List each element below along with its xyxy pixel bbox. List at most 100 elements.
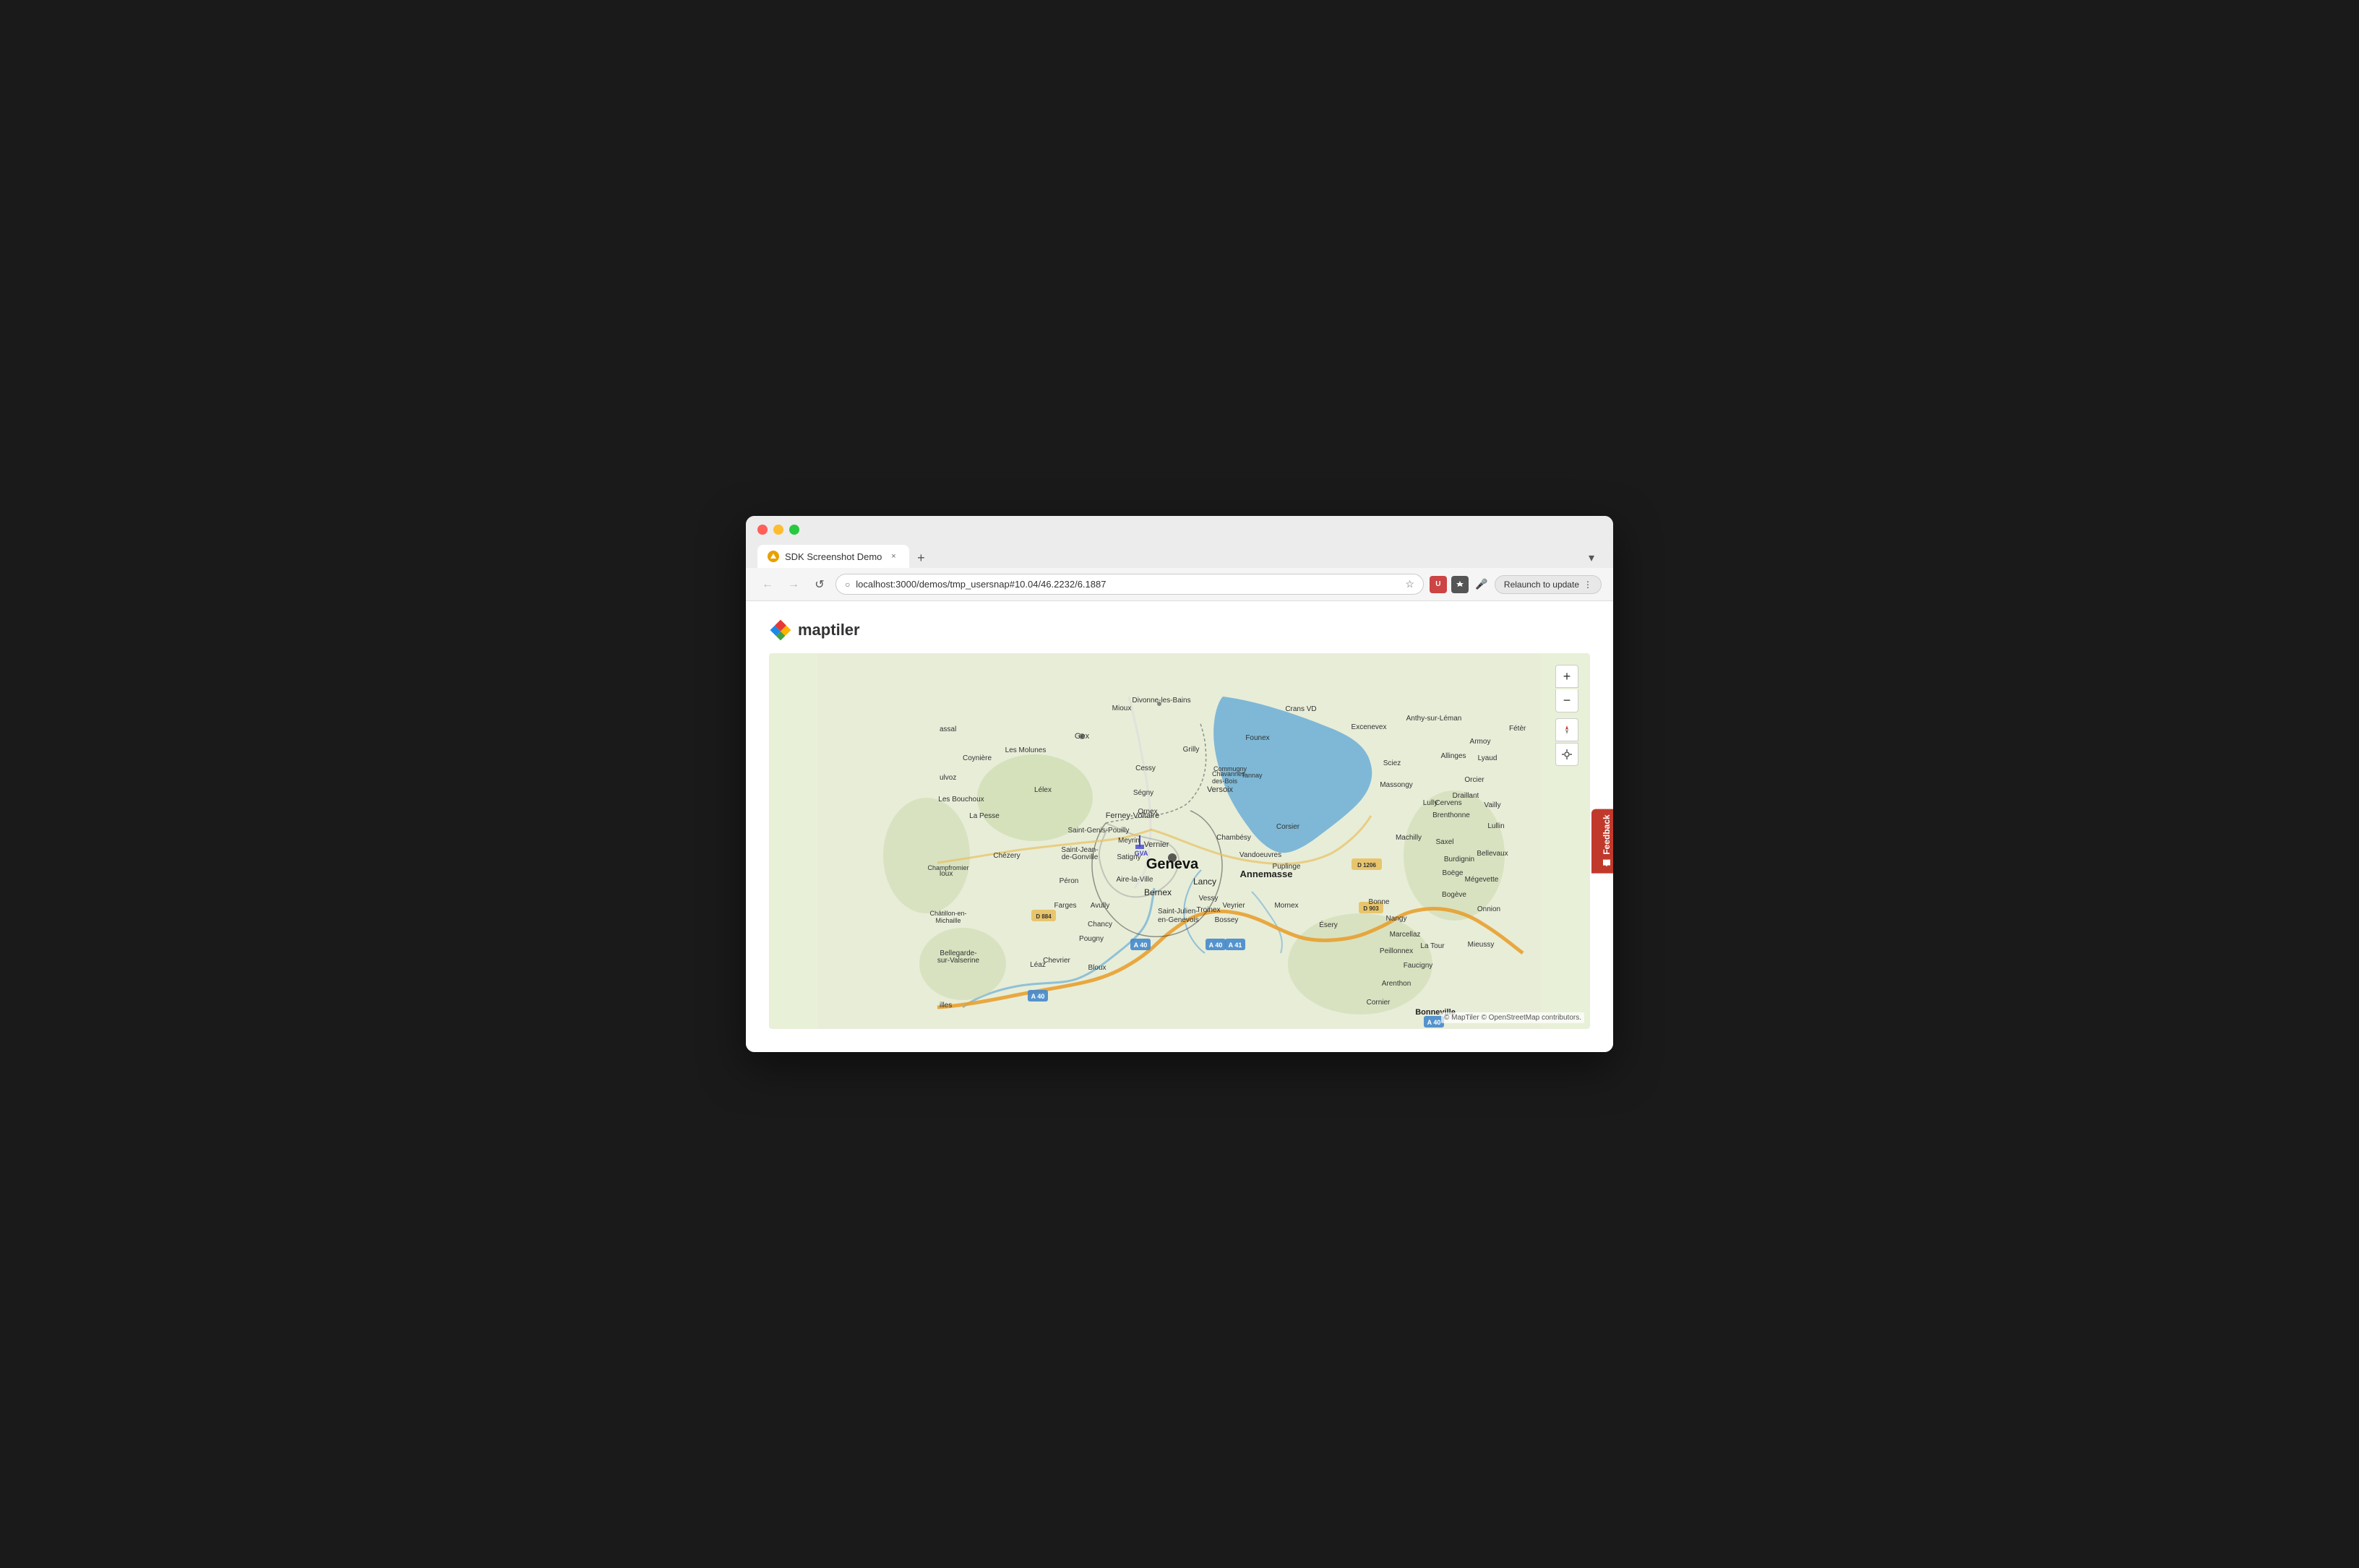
svg-text:Founex: Founex	[1245, 734, 1269, 742]
close-button[interactable]	[757, 525, 768, 535]
svg-text:Onnion: Onnion	[1477, 905, 1500, 913]
svg-text:Nangy: Nangy	[1386, 915, 1407, 923]
tab-favicon	[768, 551, 779, 562]
map-svg: A 40 A 40 A 40 A 40 A 41 D 884 D 1206	[769, 653, 1590, 1029]
svg-text:D 1206: D 1206	[1357, 862, 1376, 869]
svg-text:Vailly: Vailly	[1484, 801, 1500, 809]
svg-text:Ségny: Ségny	[1133, 789, 1153, 797]
compass-button[interactable]	[1555, 718, 1578, 741]
back-button[interactable]: ←	[757, 574, 778, 595]
svg-text:Farges: Farges	[1054, 902, 1076, 910]
svg-text:Aire-la-Ville: Aire-la-Ville	[1117, 876, 1153, 884]
svg-text:Puplinge: Puplinge	[1273, 863, 1301, 871]
bookmark-icon[interactable]: ☆	[1405, 578, 1414, 590]
svg-text:Excenevex: Excenevex	[1352, 723, 1387, 731]
svg-text:Chambésy: Chambésy	[1216, 834, 1251, 842]
svg-text:Lancy: Lancy	[1193, 876, 1216, 887]
logo-diamond-icon	[769, 619, 792, 642]
feedback-button[interactable]: Feedback	[1591, 809, 1613, 873]
svg-text:Anthy-sur-Léman: Anthy-sur-Léman	[1406, 715, 1462, 723]
svg-text:assal: assal	[940, 725, 956, 733]
address-bar[interactable]: ○ localhost:3000/demos/tmp_usersnap#10.0…	[835, 574, 1424, 595]
zoom-out-button[interactable]: −	[1555, 689, 1578, 712]
active-tab[interactable]: SDK Screenshot Demo ×	[757, 545, 909, 568]
svg-text:loux: loux	[940, 870, 953, 878]
zoom-in-button[interactable]: +	[1555, 665, 1578, 688]
svg-text:Saxel: Saxel	[1435, 838, 1453, 846]
extension-icon-1[interactable]: U	[1430, 576, 1447, 593]
svg-text:Péron: Péron	[1060, 877, 1079, 885]
svg-text:Sciez: Sciez	[1383, 759, 1401, 767]
location-button[interactable]	[1555, 743, 1578, 766]
svg-text:Châtillon-en-: Châtillon-en-	[929, 910, 966, 917]
svg-text:Vandoeuvres: Vandoeuvres	[1239, 851, 1281, 859]
forward-button[interactable]: →	[783, 574, 804, 595]
svg-text:Les Bouchoux: Les Bouchoux	[938, 796, 984, 804]
svg-text:de-Gonville: de-Gonville	[1062, 853, 1099, 861]
traffic-lights	[757, 525, 799, 535]
svg-text:Avully: Avully	[1091, 902, 1110, 910]
relaunch-button[interactable]: Relaunch to update ⋮	[1495, 575, 1602, 594]
maximize-button[interactable]	[789, 525, 799, 535]
svg-text:A 40: A 40	[1031, 993, 1045, 1000]
svg-text:Armoy: Armoy	[1470, 738, 1491, 746]
extension-icon-2[interactable]	[1451, 576, 1469, 593]
reload-button[interactable]: ↺	[809, 574, 830, 595]
logo-text-bold: tiler	[830, 621, 859, 639]
svg-text:Lullin: Lullin	[1487, 822, 1504, 830]
svg-text:Orcier: Orcier	[1464, 776, 1484, 784]
maptiler-logo: maptiler	[769, 619, 1590, 642]
svg-text:Cervens: Cervens	[1435, 799, 1461, 807]
svg-text:Massongy: Massongy	[1380, 781, 1413, 789]
svg-text:Chancy: Chancy	[1088, 921, 1112, 929]
relaunch-label: Relaunch to update	[1504, 580, 1579, 590]
svg-text:Grilly: Grilly	[1183, 746, 1200, 754]
svg-text:Corsier: Corsier	[1276, 823, 1300, 831]
svg-text:Veyrier: Veyrier	[1222, 902, 1245, 910]
svg-text:Lully: Lully	[1423, 799, 1438, 807]
map-attribution: © MapTiler © OpenStreetMap contributors.	[1441, 1012, 1584, 1023]
svg-text:Allinges: Allinges	[1440, 752, 1466, 760]
svg-text:La Pesse: La Pesse	[969, 812, 1000, 820]
svg-text:Faucigny: Faucigny	[1404, 962, 1433, 970]
svg-text:Mioux: Mioux	[1112, 705, 1132, 712]
content-area: maptiler	[746, 601, 1613, 1052]
svg-text:A 40: A 40	[1209, 942, 1223, 949]
svg-text:ulvoz: ulvoz	[940, 774, 956, 782]
svg-text:sur-Valserine: sur-Valserine	[937, 957, 980, 965]
new-tab-button[interactable]: +	[911, 548, 931, 568]
svg-text:Chevrier: Chevrier	[1043, 957, 1070, 965]
svg-text:Marcellaz: Marcellaz	[1390, 931, 1421, 939]
tab-close-button[interactable]: ×	[888, 551, 899, 562]
svg-text:Cessy: Cessy	[1135, 764, 1156, 772]
svg-text:Bossey: Bossey	[1215, 916, 1239, 924]
svg-text:Divonne-les-Bains: Divonne-les-Bains	[1132, 697, 1190, 705]
svg-text:Mornex: Mornex	[1274, 902, 1298, 910]
svg-text:Ornex: Ornex	[1138, 808, 1157, 816]
security-icon: ○	[845, 580, 850, 590]
minimize-button[interactable]	[773, 525, 783, 535]
map-container[interactable]: A 40 A 40 A 40 A 40 A 41 D 884 D 1206	[769, 653, 1590, 1029]
svg-text:Mégevette: Mégevette	[1465, 876, 1499, 884]
svg-text:Tannay: Tannay	[1241, 772, 1263, 779]
svg-text:Vernier: Vernier	[1144, 840, 1169, 849]
profile-menu-button[interactable]: ▾	[1581, 548, 1602, 568]
svg-text:Meyrin: Meyrin	[1118, 837, 1140, 845]
svg-text:Coynière: Coynière	[963, 754, 992, 762]
svg-text:Boëge: Boëge	[1443, 869, 1464, 877]
svg-text:Brenthonne: Brenthonne	[1432, 811, 1470, 819]
map-wrapper: A 40 A 40 A 40 A 40 A 41 D 884 D 1206	[769, 653, 1590, 1029]
logo-text-regular: map	[798, 621, 830, 639]
svg-text:Geneva: Geneva	[1146, 856, 1199, 872]
svg-text:Bloux: Bloux	[1088, 964, 1106, 972]
svg-text:Saint-Julien-: Saint-Julien-	[1158, 908, 1198, 916]
svg-text:Mieussy: Mieussy	[1468, 941, 1495, 949]
microphone-icon[interactable]: 🎤	[1473, 576, 1490, 593]
svg-text:GVA: GVA	[1135, 850, 1148, 857]
svg-text:Bellevaux: Bellevaux	[1477, 850, 1508, 858]
svg-text:Saint-Genis-Pouilly: Saint-Genis-Pouilly	[1067, 827, 1129, 835]
feedback-label: Feedback	[1602, 814, 1612, 854]
svg-text:Machilly: Machilly	[1396, 834, 1422, 842]
svg-text:A 40: A 40	[1134, 942, 1148, 949]
address-text: localhost:3000/demos/tmp_usersnap#10.04/…	[856, 579, 1399, 590]
